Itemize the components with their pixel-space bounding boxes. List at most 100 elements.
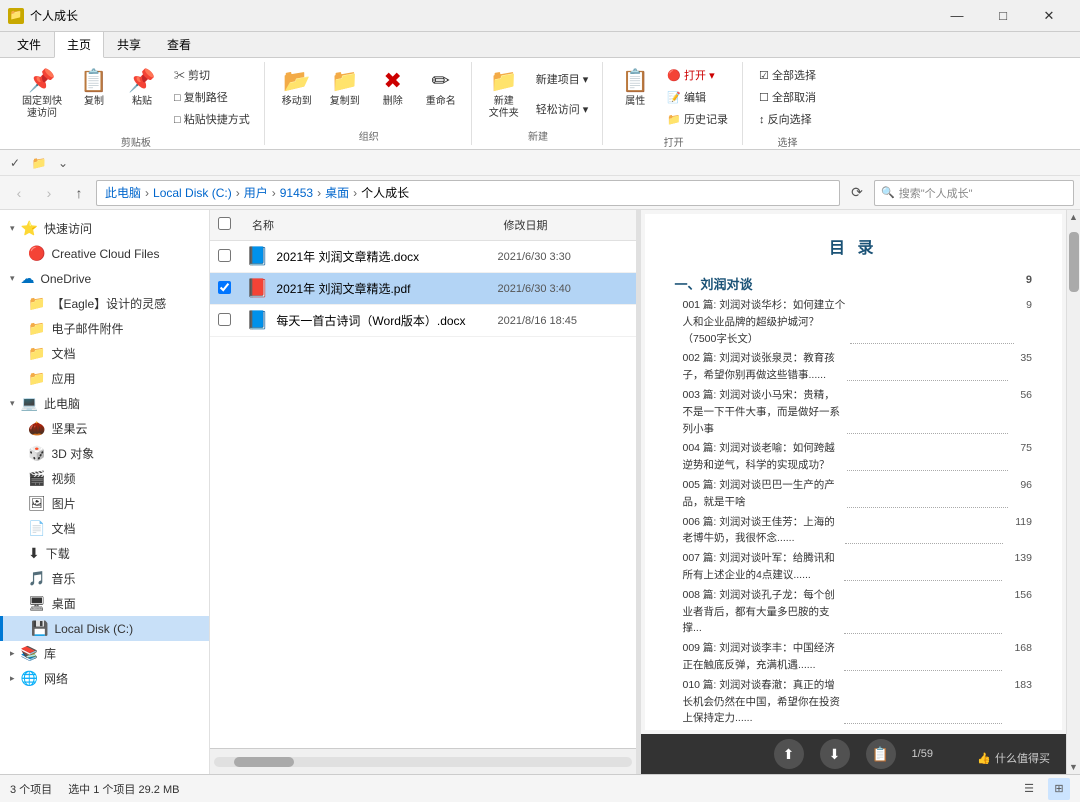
sidebar-item-network[interactable]: ▸ 🌐 网络 bbox=[0, 666, 209, 691]
col-header-date[interactable]: 修改日期 bbox=[498, 214, 628, 236]
sidebar-item-desktop[interactable]: 🖥 桌面 bbox=[0, 591, 209, 616]
minimize-button[interactable]: — bbox=[934, 0, 980, 32]
delete-button[interactable]: ✖ 删除 bbox=[371, 64, 415, 112]
expand-icon: ▸ bbox=[10, 648, 15, 659]
new-item-button[interactable]: 新建项目 ▾ bbox=[530, 68, 595, 90]
sidebar-item-email[interactable]: 📁 电子邮件附件 bbox=[0, 316, 209, 341]
sidebar: ▾ ⭐ 快速访问 🔴 Creative Cloud Files ▾ ☁ OneD… bbox=[0, 210, 210, 774]
sidebar-item-3d-objects[interactable]: 🎲 3D 对象 bbox=[0, 441, 209, 466]
sidebar-item-downloads[interactable]: ⬇ 下载 bbox=[0, 541, 209, 566]
toc-section-1: 一、刘润对谈 9 bbox=[675, 274, 1033, 293]
sidebar-item-local-disk[interactable]: 💾 Local Disk (C:) bbox=[0, 616, 209, 641]
new-label: 新建 bbox=[528, 124, 548, 143]
address-bar-container: ‹ › ↑ 此电脑 › Local Disk (C:) › 用户 › 91453… bbox=[0, 176, 1080, 210]
scroll-up-button[interactable]: ⬆ bbox=[774, 739, 804, 769]
sidebar-item-documents[interactable]: 📄 文档 bbox=[0, 516, 209, 541]
tab-share[interactable]: 共享 bbox=[104, 31, 154, 57]
history-button[interactable]: 📁 历史记录 bbox=[661, 108, 734, 130]
quick-check-btn[interactable]: ✓ bbox=[4, 152, 26, 174]
page-view-button[interactable]: 📋 bbox=[866, 739, 896, 769]
quick-arrow-btn[interactable]: ⌄ bbox=[52, 152, 74, 174]
select-all-checkbox[interactable] bbox=[218, 217, 231, 230]
properties-button[interactable]: 📋 属性 bbox=[613, 64, 657, 112]
table-row[interactable]: 📕 2021年 刘润文章精选.pdf 2021/6/30 3:40 bbox=[210, 273, 636, 305]
move-to-button[interactable]: 📂 移动到 bbox=[275, 64, 319, 112]
col-header-name[interactable]: 名称 bbox=[246, 214, 490, 236]
creative-cloud-label: Creative Cloud Files bbox=[51, 247, 159, 261]
sidebar-item-library[interactable]: ▸ 📚 库 bbox=[0, 641, 209, 666]
tab-home[interactable]: 主页 bbox=[54, 31, 104, 58]
sidebar-item-apps[interactable]: 📁 应用 bbox=[0, 366, 209, 391]
sidebar-item-pictures[interactable]: 🖼 图片 bbox=[0, 491, 209, 516]
edit-button[interactable]: 📝 编辑 bbox=[661, 86, 734, 108]
toc-title: 目 录 bbox=[675, 234, 1033, 258]
scroll-down-btn[interactable]: ▼ bbox=[1067, 760, 1080, 774]
ribbon-toolbar: 📌 固定到快速访问 📋 复制 📌 粘贴 ✂ 剪切 □ 复制路径 □ 粘贴快捷方式… bbox=[0, 58, 1080, 150]
close-button[interactable]: ✕ bbox=[1026, 0, 1072, 32]
scroll-up-btn[interactable]: ▲ bbox=[1067, 210, 1080, 224]
tiles-view-button[interactable]: ⊞ bbox=[1048, 778, 1070, 800]
crumb-pc[interactable]: 此电脑 bbox=[105, 184, 141, 201]
sidebar-item-music[interactable]: 🎵 音乐 bbox=[0, 566, 209, 591]
open-small-btns: 🔴 打开 ▾ 📝 编辑 📁 历史记录 bbox=[661, 64, 734, 130]
sidebar-item-creative-cloud[interactable]: 🔴 Creative Cloud Files bbox=[0, 241, 209, 266]
sidebar-item-quick-access[interactable]: ▾ ⭐ 快速访问 bbox=[0, 216, 209, 241]
address-box[interactable]: 此电脑 › Local Disk (C:) › 用户 › 91453 › 桌面 … bbox=[96, 180, 840, 206]
copy-to-button[interactable]: 📁 复制到 bbox=[323, 64, 367, 112]
scroll-down-button[interactable]: ⬇ bbox=[820, 739, 850, 769]
network-icon: 🌐 bbox=[21, 670, 38, 687]
forward-button[interactable]: › bbox=[36, 180, 62, 206]
pictures-icon: 🖼 bbox=[28, 495, 46, 512]
file-name-3: 每天一首古诗词（Word版本）.docx bbox=[276, 312, 489, 329]
file-checkbox-3[interactable] bbox=[218, 313, 231, 326]
sidebar-item-this-pc[interactable]: ▾ 💻 此电脑 bbox=[0, 391, 209, 416]
tab-view[interactable]: 查看 bbox=[154, 31, 204, 57]
easy-access-button[interactable]: 轻松访问 ▾ bbox=[530, 98, 595, 120]
crumb-desktop[interactable]: 桌面 bbox=[325, 184, 349, 201]
clipboard-small-btns: ✂ 剪切 □ 复制路径 □ 粘贴快捷方式 bbox=[168, 64, 256, 130]
v-scroll-track[interactable] bbox=[1067, 224, 1080, 760]
sidebar-item-eagle[interactable]: 📁 【Eagle】设计的灵感 bbox=[0, 291, 209, 316]
deselect-all-button[interactable]: ☐ 全部取消 bbox=[753, 86, 822, 108]
horizontal-scrollbar[interactable] bbox=[210, 748, 636, 774]
rename-button[interactable]: ✏ 重命名 bbox=[419, 64, 463, 112]
maximize-button[interactable]: □ bbox=[980, 0, 1026, 32]
table-row[interactable]: 📘 2021年 刘润文章精选.docx 2021/6/30 3:30 bbox=[210, 241, 636, 273]
v-scroll-thumb[interactable] bbox=[1069, 232, 1079, 292]
h-scroll-thumb[interactable] bbox=[234, 757, 294, 767]
new-folder-button[interactable]: 📁 新建文件夹 bbox=[482, 64, 526, 124]
select-all-button[interactable]: ☑ 全部选择 bbox=[753, 64, 822, 86]
h-scroll-track[interactable] bbox=[214, 757, 632, 767]
toc-item-3: 003 篇: 刘润对谈小马宋：贵精，不是一下干件大事，而是做好一系列小事 56 bbox=[675, 387, 1033, 437]
crumb-91453[interactable]: 91453 bbox=[280, 186, 313, 200]
cut-button[interactable]: ✂ 剪切 bbox=[168, 64, 256, 86]
sidebar-item-jianguoyun[interactable]: 🌰 坚果云 bbox=[0, 416, 209, 441]
file-checkbox-2[interactable] bbox=[218, 281, 231, 294]
up-button[interactable]: ↑ bbox=[66, 180, 92, 206]
sidebar-item-onedrive[interactable]: ▾ ☁ OneDrive bbox=[0, 266, 209, 291]
pin-quick-access-button[interactable]: 📌 固定到快速访问 bbox=[16, 64, 68, 124]
back-button[interactable]: ‹ bbox=[6, 180, 32, 206]
paste-shortcut-button[interactable]: □ 粘贴快捷方式 bbox=[168, 108, 256, 130]
copy-path-button[interactable]: □ 复制路径 bbox=[168, 86, 256, 108]
file-checkbox-1[interactable] bbox=[218, 249, 231, 262]
search-box[interactable]: 🔍 搜索"个人成长" bbox=[874, 180, 1074, 206]
docs-label: 文档 bbox=[51, 345, 75, 362]
refresh-button[interactable]: ⟳ bbox=[844, 180, 870, 206]
file-date-2: 2021/6/30 3:40 bbox=[498, 283, 628, 295]
window-icon: 📁 bbox=[8, 8, 24, 24]
tab-file[interactable]: 文件 bbox=[4, 31, 54, 57]
table-row[interactable]: 📘 每天一首古诗词（Word版本）.docx 2021/8/16 18:45 bbox=[210, 305, 636, 337]
sidebar-item-docs[interactable]: 📁 文档 bbox=[0, 341, 209, 366]
paste-button[interactable]: 📌 粘贴 bbox=[120, 64, 164, 112]
open-button[interactable]: 🔴 打开 ▾ bbox=[661, 64, 734, 86]
copy-button[interactable]: 📋 复制 bbox=[72, 64, 116, 112]
rename-icon: ✏ bbox=[431, 68, 449, 94]
crumb-users[interactable]: 用户 bbox=[244, 184, 268, 201]
invert-select-button[interactable]: ↕ 反向选择 bbox=[753, 108, 822, 130]
quick-folder-btn[interactable]: 📁 bbox=[28, 152, 50, 174]
sidebar-item-videos[interactable]: 🎬 视频 bbox=[0, 466, 209, 491]
desktop-label: 桌面 bbox=[52, 595, 76, 612]
details-view-button[interactable]: ☰ bbox=[1018, 778, 1040, 800]
crumb-c[interactable]: Local Disk (C:) bbox=[153, 186, 232, 200]
